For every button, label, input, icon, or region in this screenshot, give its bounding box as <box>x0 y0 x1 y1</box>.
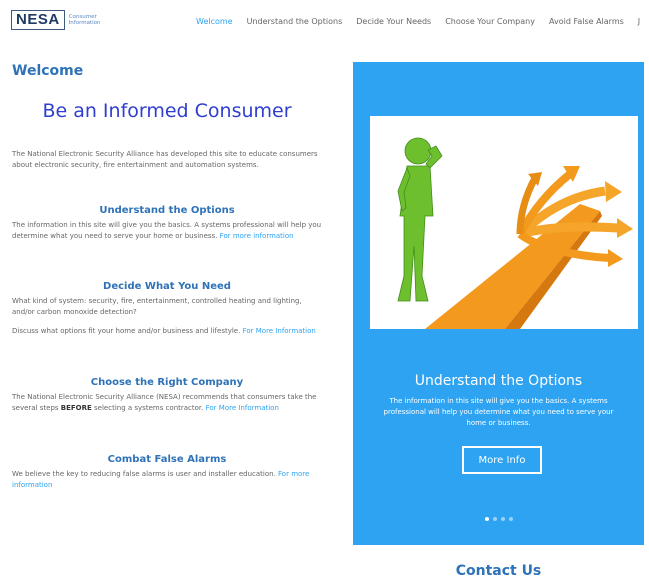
contact-title: Contact Us <box>455 563 542 579</box>
more-info-button[interactable]: More Info <box>462 446 542 474</box>
illustration-svg <box>397 137 633 329</box>
nav-truncated-item[interactable]: J <box>638 17 640 26</box>
slider-dot-4[interactable] <box>508 517 513 521</box>
slider-dot-1[interactable] <box>484 517 489 521</box>
slider-text: The information in this site will give y… <box>383 397 614 427</box>
section-understand-options: Understand the Options The information i… <box>12 205 322 242</box>
section-heading: Choose the Right Company <box>90 377 244 388</box>
section-text: The information in this site will give y… <box>12 221 322 240</box>
site-header: NESA Consumer Information Welcome Unders… <box>0 0 649 48</box>
slider-dot-2[interactable] <box>492 517 497 521</box>
nav-understand-options[interactable]: Understand the Options <box>247 17 343 26</box>
site-logo[interactable]: NESA Consumer Information <box>11 10 109 30</box>
section-text: The National Electronic Security Allianc… <box>12 393 317 412</box>
slider-title: Understand the Options <box>414 373 583 389</box>
nav-welcome[interactable]: Welcome <box>196 17 233 26</box>
section-text: We believe the key to reducing false ala… <box>12 470 310 489</box>
nav-avoid-false-alarms[interactable]: Avoid False Alarms <box>549 17 624 26</box>
more-info-link[interactable]: For More Information <box>206 404 279 412</box>
nav-choose-company[interactable]: Choose Your Company <box>445 17 535 26</box>
section-choose-company: Choose the Right Company The National El… <box>12 377 322 414</box>
logo-text: NESA <box>11 10 65 30</box>
more-info-link[interactable]: For more information <box>220 232 294 240</box>
more-info-link[interactable]: For More Information <box>243 327 316 335</box>
slider-dot-3[interactable] <box>500 517 505 521</box>
nav-decide-needs[interactable]: Decide Your Needs <box>356 17 431 26</box>
logo-subtitle: Consumer Information <box>68 14 101 26</box>
hero-title: Be an Informed Consumer <box>42 100 292 122</box>
intro-block: The National Electronic Security Allianc… <box>12 149 322 171</box>
person-crossroads-arrows-illustration <box>370 116 638 329</box>
section-text: What kind of system: security, fire, ent… <box>12 297 302 316</box>
page-title: Welcome <box>12 63 84 79</box>
section-heading: Combat False Alarms <box>107 454 227 465</box>
slider-panel: Understand the Options The information i… <box>353 62 644 545</box>
main-nav: Welcome Understand the Options Decide Yo… <box>196 17 640 26</box>
intro-text: The National Electronic Security Allianc… <box>12 150 318 169</box>
section-heading: Decide What You Need <box>103 281 231 292</box>
section-decide-needs: Decide What You Need What kind of system… <box>12 281 322 337</box>
section-text-2: Discuss what options fit your home and/o… <box>12 327 316 335</box>
slider-pagination <box>353 517 644 521</box>
section-heading: Understand the Options <box>99 205 235 216</box>
section-false-alarms: Combat False Alarms We believe the key t… <box>12 454 322 491</box>
